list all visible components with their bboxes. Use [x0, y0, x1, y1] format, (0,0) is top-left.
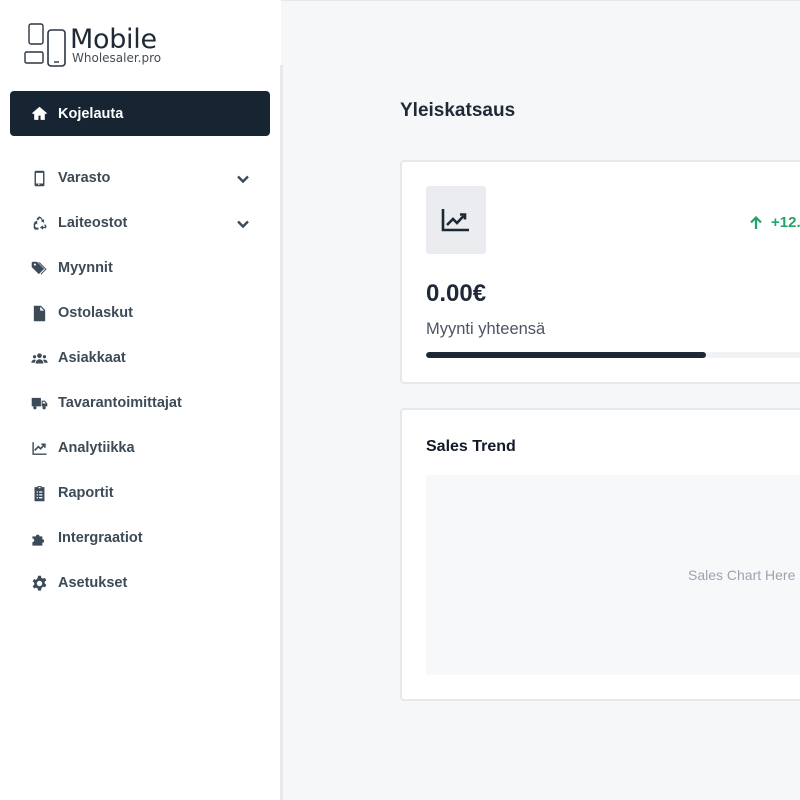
sales-progress-bar — [426, 352, 800, 358]
sidebar: Mobile Wholesaler.pro Kojelauta Varasto … — [0, 0, 281, 800]
sidebar-item-intergraatiot[interactable]: Intergraatiot — [10, 518, 270, 558]
sales-change-indicator: +12. — [748, 214, 800, 231]
file-invoice-icon — [30, 304, 48, 322]
chevron-down-icon[interactable] — [236, 171, 250, 185]
sidebar-item-label: Analytiikka — [58, 440, 135, 456]
sales-chart-placeholder: Sales Chart Here — [426, 475, 800, 675]
arrow-up-icon — [750, 215, 762, 229]
sidebar-item-label: Myynnit — [58, 260, 113, 276]
chevron-down-icon[interactable] — [236, 216, 250, 230]
home-icon — [30, 105, 48, 123]
brand-logo[interactable]: Mobile Wholesaler.pro — [24, 20, 184, 70]
sidebar-item-label: Tavarantoimittajat — [58, 395, 182, 411]
sidebar-item-label: Intergraatiot — [58, 530, 143, 546]
clipboard-list-icon — [30, 484, 48, 502]
sidebar-item-tavarantoimittajat[interactable]: Tavarantoimittajat — [10, 383, 270, 423]
sales-trend-card: Sales Trend Sales Chart Here — [400, 408, 800, 701]
chart-line-icon — [30, 439, 48, 457]
sidebar-item-raportit[interactable]: Raportit — [10, 473, 270, 513]
sales-progress-fill — [426, 352, 706, 358]
total-sales-value: 0.00€ — [426, 280, 487, 307]
recycle-icon — [30, 214, 48, 232]
sidebar-item-label: Raportit — [58, 485, 114, 501]
puzzle-piece-icon — [30, 529, 48, 547]
sidebar-item-myynnit[interactable]: Myynnit — [10, 248, 270, 288]
sidebar-item-label: Ostolaskut — [58, 305, 133, 321]
sidebar-item-label: Asetukset — [58, 575, 128, 591]
devices-logo-icon — [24, 23, 66, 67]
sales-change-value: +12. — [771, 214, 800, 231]
truck-icon — [30, 394, 48, 412]
sidebar-item-label: Varasto — [58, 170, 111, 186]
tags-icon — [30, 259, 48, 277]
total-sales-label: Myynti yhteensä — [426, 320, 546, 338]
page-title: Yleiskatsaus — [400, 100, 516, 121]
header-divider — [281, 0, 800, 1]
sidebar-item-label: Laiteostot — [58, 215, 128, 231]
gear-icon — [30, 574, 48, 592]
sidebar-item-varasto[interactable]: Varasto — [10, 158, 270, 198]
sales-trend-title: Sales Trend — [426, 438, 516, 455]
total-sales-card: +12. 0.00€ Myynti yhteensä — [400, 160, 800, 384]
sales-chart-placeholder-text: Sales Chart Here — [688, 567, 796, 583]
brand-subtitle: Wholesaler.pro — [72, 51, 162, 65]
sidebar-item-analytiikka[interactable]: Analytiikka — [10, 428, 270, 468]
chart-line-icon — [426, 186, 486, 254]
sidebar-item-kojelauta[interactable]: Kojelauta — [10, 91, 270, 136]
sidebar-item-label: Kojelauta — [58, 105, 124, 122]
smartphone-icon — [30, 169, 48, 187]
sidebar-item-asiakkaat[interactable]: Asiakkaat — [10, 338, 270, 378]
sidebar-item-ostolaskut[interactable]: Ostolaskut — [10, 293, 270, 333]
sidebar-item-label: Asiakkaat — [58, 350, 126, 366]
sidebar-item-asetukset[interactable]: Asetukset — [10, 563, 270, 603]
sidebar-divider — [280, 65, 283, 800]
users-icon — [30, 349, 48, 367]
sidebar-item-laiteostot[interactable]: Laiteostot — [10, 203, 270, 243]
